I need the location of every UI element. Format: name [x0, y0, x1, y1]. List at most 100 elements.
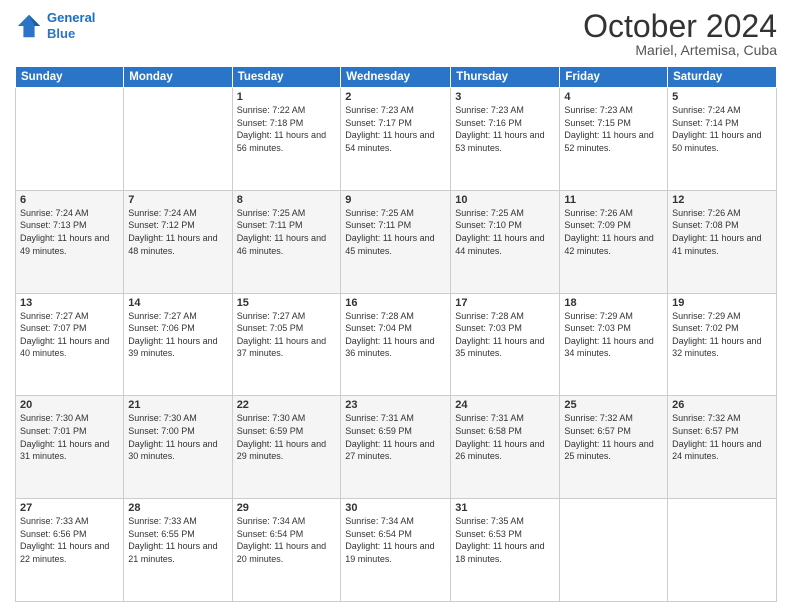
day-info: Sunrise: 7:26 AMSunset: 7:09 PMDaylight:… [564, 207, 663, 257]
day-number: 5 [672, 91, 772, 103]
week-row-2: 6Sunrise: 7:24 AMSunset: 7:13 PMDaylight… [16, 190, 777, 293]
day-number: 7 [128, 194, 227, 206]
day-info: Sunrise: 7:35 AMSunset: 6:53 PMDaylight:… [455, 515, 555, 565]
week-row-3: 13Sunrise: 7:27 AMSunset: 7:07 PMDayligh… [16, 293, 777, 396]
calendar-cell: 13Sunrise: 7:27 AMSunset: 7:07 PMDayligh… [16, 293, 124, 396]
calendar-cell: 26Sunrise: 7:32 AMSunset: 6:57 PMDayligh… [668, 396, 777, 499]
week-row-4: 20Sunrise: 7:30 AMSunset: 7:01 PMDayligh… [16, 396, 777, 499]
day-number: 26 [672, 399, 772, 411]
day-info: Sunrise: 7:30 AMSunset: 7:00 PMDaylight:… [128, 412, 227, 462]
day-number: 11 [564, 194, 663, 206]
calendar-cell: 8Sunrise: 7:25 AMSunset: 7:11 PMDaylight… [232, 190, 341, 293]
day-info: Sunrise: 7:27 AMSunset: 7:07 PMDaylight:… [20, 310, 119, 360]
calendar-cell: 1Sunrise: 7:22 AMSunset: 7:18 PMDaylight… [232, 88, 341, 191]
calendar-cell: 21Sunrise: 7:30 AMSunset: 7:00 PMDayligh… [124, 396, 232, 499]
calendar-table: SundayMondayTuesdayWednesdayThursdayFrid… [15, 66, 777, 602]
day-number: 1 [237, 91, 337, 103]
day-info: Sunrise: 7:24 AMSunset: 7:14 PMDaylight:… [672, 104, 772, 154]
day-info: Sunrise: 7:23 AMSunset: 7:15 PMDaylight:… [564, 104, 663, 154]
day-number: 15 [237, 297, 337, 309]
calendar-cell: 6Sunrise: 7:24 AMSunset: 7:13 PMDaylight… [16, 190, 124, 293]
day-number: 17 [455, 297, 555, 309]
day-number: 14 [128, 297, 227, 309]
day-info: Sunrise: 7:23 AMSunset: 7:17 PMDaylight:… [345, 104, 446, 154]
day-info: Sunrise: 7:25 AMSunset: 7:11 PMDaylight:… [237, 207, 337, 257]
calendar-cell [16, 88, 124, 191]
day-info: Sunrise: 7:27 AMSunset: 7:06 PMDaylight:… [128, 310, 227, 360]
day-info: Sunrise: 7:31 AMSunset: 6:59 PMDaylight:… [345, 412, 446, 462]
day-info: Sunrise: 7:29 AMSunset: 7:03 PMDaylight:… [564, 310, 663, 360]
weekday-header-monday: Monday [124, 67, 232, 88]
day-info: Sunrise: 7:33 AMSunset: 6:55 PMDaylight:… [128, 515, 227, 565]
day-number: 21 [128, 399, 227, 411]
day-number: 20 [20, 399, 119, 411]
logo-line2: Blue [47, 26, 75, 41]
weekday-header-wednesday: Wednesday [341, 67, 451, 88]
week-row-5: 27Sunrise: 7:33 AMSunset: 6:56 PMDayligh… [16, 499, 777, 602]
calendar-cell [124, 88, 232, 191]
calendar-cell: 17Sunrise: 7:28 AMSunset: 7:03 PMDayligh… [451, 293, 560, 396]
calendar-cell: 19Sunrise: 7:29 AMSunset: 7:02 PMDayligh… [668, 293, 777, 396]
title-block: October 2024 Mariel, Artemisa, Cuba [583, 10, 777, 58]
day-number: 3 [455, 91, 555, 103]
header: General Blue October 2024 Mariel, Artemi… [15, 10, 777, 58]
day-info: Sunrise: 7:31 AMSunset: 6:58 PMDaylight:… [455, 412, 555, 462]
calendar-cell: 24Sunrise: 7:31 AMSunset: 6:58 PMDayligh… [451, 396, 560, 499]
day-info: Sunrise: 7:26 AMSunset: 7:08 PMDaylight:… [672, 207, 772, 257]
day-number: 30 [345, 502, 446, 514]
calendar-cell [560, 499, 668, 602]
logo-icon [15, 12, 43, 40]
logo: General Blue [15, 10, 95, 41]
day-number: 8 [237, 194, 337, 206]
weekday-header-friday: Friday [560, 67, 668, 88]
day-info: Sunrise: 7:32 AMSunset: 6:57 PMDaylight:… [564, 412, 663, 462]
calendar-cell: 15Sunrise: 7:27 AMSunset: 7:05 PMDayligh… [232, 293, 341, 396]
calendar-cell: 25Sunrise: 7:32 AMSunset: 6:57 PMDayligh… [560, 396, 668, 499]
day-number: 27 [20, 502, 119, 514]
day-number: 2 [345, 91, 446, 103]
calendar-cell: 31Sunrise: 7:35 AMSunset: 6:53 PMDayligh… [451, 499, 560, 602]
logo-text: General Blue [47, 10, 95, 41]
calendar-cell: 20Sunrise: 7:30 AMSunset: 7:01 PMDayligh… [16, 396, 124, 499]
calendar-cell: 7Sunrise: 7:24 AMSunset: 7:12 PMDaylight… [124, 190, 232, 293]
logo-line1: General [47, 10, 95, 25]
weekday-header-tuesday: Tuesday [232, 67, 341, 88]
day-number: 28 [128, 502, 227, 514]
day-number: 6 [20, 194, 119, 206]
day-number: 25 [564, 399, 663, 411]
day-info: Sunrise: 7:28 AMSunset: 7:03 PMDaylight:… [455, 310, 555, 360]
page: General Blue October 2024 Mariel, Artemi… [0, 0, 792, 612]
weekday-header-sunday: Sunday [16, 67, 124, 88]
weekday-header-row: SundayMondayTuesdayWednesdayThursdayFrid… [16, 67, 777, 88]
day-number: 10 [455, 194, 555, 206]
day-info: Sunrise: 7:25 AMSunset: 7:10 PMDaylight:… [455, 207, 555, 257]
calendar-cell: 14Sunrise: 7:27 AMSunset: 7:06 PMDayligh… [124, 293, 232, 396]
day-number: 9 [345, 194, 446, 206]
calendar-cell: 12Sunrise: 7:26 AMSunset: 7:08 PMDayligh… [668, 190, 777, 293]
calendar-cell: 4Sunrise: 7:23 AMSunset: 7:15 PMDaylight… [560, 88, 668, 191]
calendar-cell: 27Sunrise: 7:33 AMSunset: 6:56 PMDayligh… [16, 499, 124, 602]
weekday-header-thursday: Thursday [451, 67, 560, 88]
day-number: 29 [237, 502, 337, 514]
day-number: 18 [564, 297, 663, 309]
calendar-cell: 23Sunrise: 7:31 AMSunset: 6:59 PMDayligh… [341, 396, 451, 499]
day-number: 24 [455, 399, 555, 411]
day-info: Sunrise: 7:34 AMSunset: 6:54 PMDaylight:… [237, 515, 337, 565]
calendar-cell: 22Sunrise: 7:30 AMSunset: 6:59 PMDayligh… [232, 396, 341, 499]
day-info: Sunrise: 7:33 AMSunset: 6:56 PMDaylight:… [20, 515, 119, 565]
day-info: Sunrise: 7:25 AMSunset: 7:11 PMDaylight:… [345, 207, 446, 257]
calendar-cell: 18Sunrise: 7:29 AMSunset: 7:03 PMDayligh… [560, 293, 668, 396]
day-number: 22 [237, 399, 337, 411]
day-number: 31 [455, 502, 555, 514]
month-title: October 2024 [583, 10, 777, 42]
weekday-header-saturday: Saturday [668, 67, 777, 88]
day-info: Sunrise: 7:34 AMSunset: 6:54 PMDaylight:… [345, 515, 446, 565]
day-number: 4 [564, 91, 663, 103]
calendar-cell: 29Sunrise: 7:34 AMSunset: 6:54 PMDayligh… [232, 499, 341, 602]
day-info: Sunrise: 7:24 AMSunset: 7:13 PMDaylight:… [20, 207, 119, 257]
day-info: Sunrise: 7:30 AMSunset: 6:59 PMDaylight:… [237, 412, 337, 462]
day-number: 23 [345, 399, 446, 411]
location-title: Mariel, Artemisa, Cuba [583, 42, 777, 58]
calendar-cell: 2Sunrise: 7:23 AMSunset: 7:17 PMDaylight… [341, 88, 451, 191]
calendar-cell: 16Sunrise: 7:28 AMSunset: 7:04 PMDayligh… [341, 293, 451, 396]
